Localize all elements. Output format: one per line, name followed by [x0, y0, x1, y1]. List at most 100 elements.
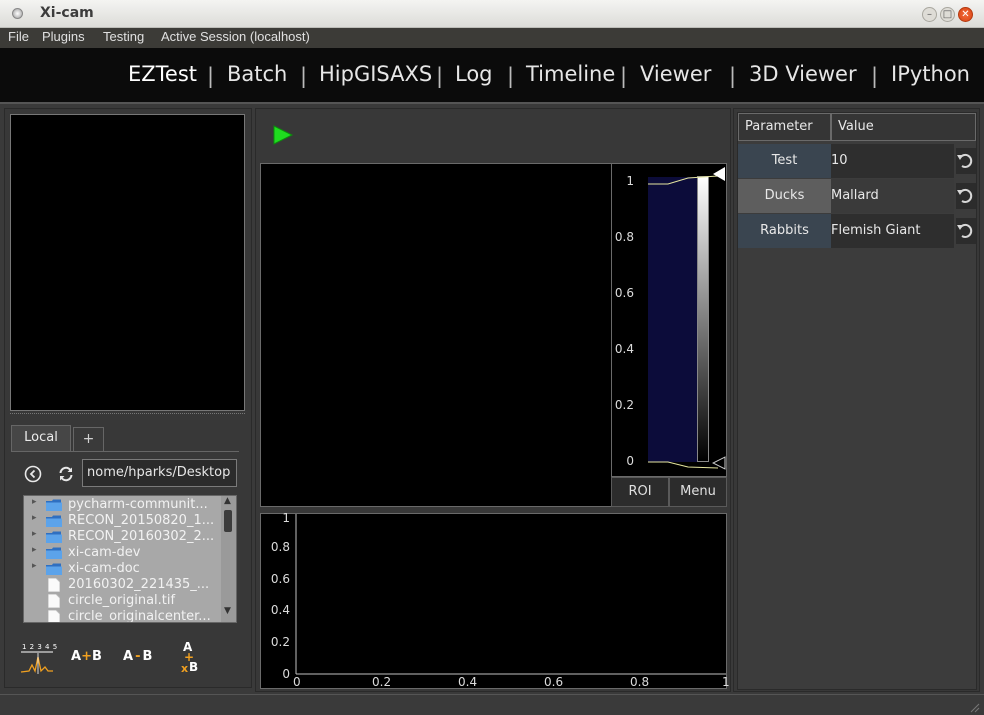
list-item-label: circle_originalcenter... [68, 609, 211, 623]
tab-batch[interactable]: Batch [227, 62, 287, 86]
expand-arrow-icon[interactable]: ▸ [32, 497, 37, 507]
tab-separator: | [729, 64, 737, 88]
min-level-handle-icon[interactable] [712, 456, 726, 470]
minimize-icon[interactable]: – [922, 7, 937, 22]
tab-timeline[interactable]: Timeline [526, 62, 615, 86]
hist-tick-label: 0 [626, 454, 634, 468]
tab-log[interactable]: Log [455, 62, 493, 86]
back-icon[interactable] [24, 465, 42, 483]
param-value[interactable]: Mallard [831, 179, 954, 213]
list-item-label: RECON_20150820_1... [68, 513, 215, 528]
scrollbar-thumb[interactable] [224, 510, 232, 532]
plus-icon: + [81, 649, 92, 664]
scroll-down-icon[interactable]: ▼ [224, 606, 231, 616]
reset-icon[interactable] [956, 183, 976, 209]
menu-file[interactable]: File [8, 29, 29, 44]
maximize-icon[interactable]: □ [940, 7, 955, 22]
menu-testing[interactable]: Testing [103, 29, 144, 44]
header-parameter[interactable]: Parameter [738, 113, 831, 141]
folder-icon [46, 531, 62, 545]
operand-b: B [142, 649, 153, 664]
operand-b: B [91, 649, 102, 664]
tab-separator: | [436, 64, 444, 88]
tab-ipython[interactable]: IPython [891, 62, 970, 86]
list-item[interactable]: ▸ xi-cam-dev [24, 545, 220, 561]
right-panel: Parameter Value Test 10 Ducks Mallard Ra… [733, 108, 980, 692]
list-item-label: RECON_20160302_2... [68, 529, 215, 544]
list-item[interactable]: ▸ xi-cam-doc [24, 561, 220, 577]
reset-icon[interactable] [956, 148, 976, 174]
list-item[interactable]: circle_originalcenter... [24, 609, 220, 623]
param-value[interactable]: Flemish Giant [831, 214, 954, 248]
expand-arrow-icon[interactable]: ▸ [32, 513, 37, 523]
list-item-label: xi-cam-dev [68, 545, 141, 560]
table-row[interactable]: Ducks Mallard [738, 179, 976, 213]
expand-arrow-icon[interactable]: ▸ [32, 529, 37, 539]
param-value[interactable]: 10 [831, 144, 954, 178]
menu-plugins[interactable]: Plugins [42, 29, 85, 44]
list-item[interactable]: ▸ RECON_20150820_1... [24, 513, 220, 529]
path-input-value: nome/hparks/Desktop [87, 465, 231, 480]
hist-tick-label: 0.4 [614, 342, 634, 356]
plot-x-tick: 0.4 [458, 675, 478, 689]
resize-grip-icon[interactable] [968, 701, 980, 713]
a-minus-b-button[interactable]: A-B [123, 649, 157, 671]
list-item-label: xi-cam-doc [68, 561, 140, 576]
tab-eztest[interactable]: EZTest [128, 62, 197, 86]
stack-operation-button[interactable]: A + x B [177, 641, 203, 681]
roi-button[interactable]: ROI [611, 477, 669, 507]
header-value[interactable]: Value [831, 113, 976, 141]
line-plot[interactable]: 1 0.8 0.6 0.4 0.2 0 0 0.2 0.4 0.6 0.8 1 [260, 511, 730, 689]
plot-y-tick: 0.2 [270, 635, 290, 649]
scroll-up-icon[interactable]: ▲ [224, 496, 231, 506]
center-panel: 1 0.8 0.6 0.4 0.2 0 ROI Menu 1 0.8 0.6 0… [255, 108, 731, 692]
menu-button[interactable]: Menu [669, 477, 727, 507]
tab-viewer[interactable]: Viewer [640, 62, 711, 86]
refresh-icon[interactable] [57, 465, 75, 483]
file-icon [47, 577, 61, 593]
a-plus-b-button[interactable]: A+B [71, 649, 105, 671]
expand-arrow-icon[interactable]: ▸ [32, 561, 37, 571]
menu-active-session[interactable]: Active Session (localhost) [161, 29, 310, 44]
table-row[interactable]: Test 10 [738, 144, 976, 178]
histogram-widget[interactable]: 1 0.8 0.6 0.4 0.2 0 [611, 163, 727, 477]
plot-x-tick: 0 [293, 675, 301, 689]
hist-tick-label: 0.6 [614, 286, 634, 300]
histogram-curve [648, 175, 719, 469]
tab-3d-viewer[interactable]: 3D Viewer [749, 62, 857, 86]
hist-tick-label: 0.8 [614, 230, 634, 244]
tab-separator: | [507, 64, 515, 88]
table-row[interactable]: Rabbits Flemish Giant [738, 214, 976, 248]
status-bar [0, 694, 984, 715]
tab-local[interactable]: Local [11, 425, 71, 451]
expand-arrow-icon[interactable]: ▸ [32, 545, 37, 555]
plot-y-tick: 0 [282, 667, 290, 681]
splitter-handle[interactable] [10, 413, 245, 417]
tab-divider [11, 451, 239, 452]
tab-hipgisaxs[interactable]: HipGISAXS [319, 62, 432, 86]
tab-separator: | [207, 64, 215, 88]
path-input[interactable]: nome/hparks/Desktop [82, 459, 237, 487]
list-item[interactable]: 20160302_221435_... [24, 577, 220, 593]
play-icon[interactable] [272, 124, 294, 146]
list-item[interactable]: circle_original.tif [24, 593, 220, 609]
folder-icon [46, 499, 62, 513]
close-icon[interactable]: ✕ [958, 7, 973, 22]
file-tree[interactable]: ▸ pycharm-communit... ▸ RECON_20150820_1… [23, 495, 237, 623]
add-tab-button[interactable]: + [73, 427, 104, 451]
max-level-handle-icon[interactable] [712, 166, 726, 182]
scrollbar[interactable]: ▲ ▼ [221, 496, 236, 622]
peak-finder-button[interactable]: 1 2 3 4 5 [19, 641, 57, 677]
window-title: Xi-cam [40, 5, 94, 21]
app-icon [12, 8, 23, 19]
list-item[interactable]: ▸ pycharm-communit... [24, 497, 220, 513]
folder-icon [46, 547, 62, 561]
plugin-tab-bar: EZTest | Batch | HipGISAXS | Log | Timel… [0, 48, 984, 104]
plot-y-tick: 0.8 [270, 540, 290, 554]
parameter-tree: Parameter Value Test 10 Ducks Mallard Ra… [737, 112, 977, 690]
preview-viewport[interactable] [10, 114, 245, 411]
list-item[interactable]: ▸ RECON_20160302_2... [24, 529, 220, 545]
image-view[interactable] [260, 163, 612, 507]
tab-separator: | [871, 64, 879, 88]
reset-icon[interactable] [956, 218, 976, 244]
